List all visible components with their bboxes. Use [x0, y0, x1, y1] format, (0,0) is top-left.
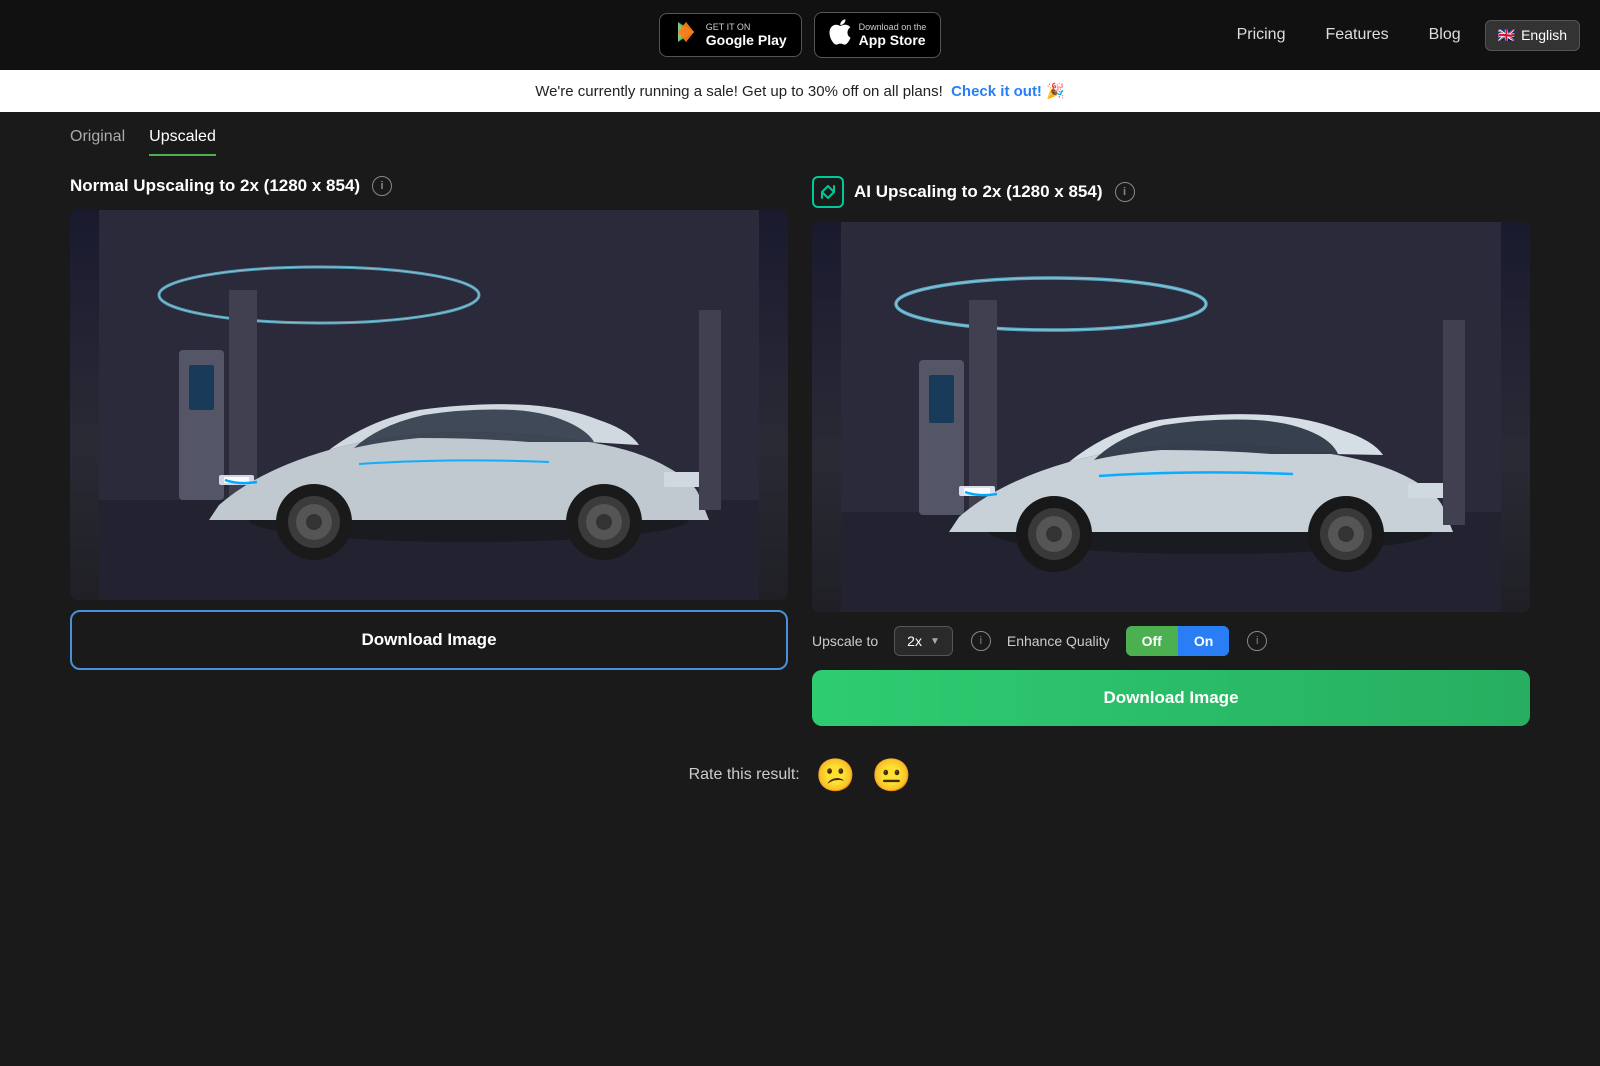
normal-upscaling-info-icon[interactable]: i	[372, 176, 392, 196]
app-store-badge-top: Download on the	[859, 22, 927, 32]
sale-link[interactable]: Check it out! 🎉	[951, 83, 1065, 100]
pricing-link[interactable]: Pricing	[1221, 18, 1302, 52]
enhance-info-icon[interactable]: i	[1247, 631, 1267, 651]
normal-image-container	[70, 210, 788, 600]
upscale-info-icon[interactable]: i	[971, 631, 991, 651]
neutral-emoji[interactable]: 😐	[872, 756, 912, 794]
ai-upscaling-info-icon[interactable]: i	[1115, 182, 1135, 202]
tab-original[interactable]: Original	[70, 128, 125, 156]
left-column-header: Normal Upscaling to 2x (1280 x 854) i	[70, 176, 788, 196]
language-label: English	[1521, 27, 1567, 43]
blog-link[interactable]: Blog	[1413, 18, 1477, 52]
enhance-quality-toggle: Off On	[1126, 626, 1230, 656]
upscale-dropdown[interactable]: 2x ▼	[894, 626, 953, 656]
toggle-off-button[interactable]: Off	[1126, 626, 1178, 656]
app-store-badge-bottom: App Store	[859, 32, 927, 48]
rate-label: Rate this result:	[689, 766, 800, 784]
apple-icon	[829, 19, 851, 51]
tab-upscaled[interactable]: Upscaled	[149, 128, 216, 156]
header: GET IT ON Google Play Download on the Ap…	[0, 0, 1600, 70]
language-button[interactable]: 🇬🇧 English	[1485, 20, 1580, 51]
google-play-icon	[674, 20, 698, 50]
language-flag: 🇬🇧	[1498, 27, 1515, 44]
upscale-value: 2x	[907, 633, 922, 649]
ai-image-container	[812, 222, 1530, 612]
columns: Normal Upscaling to 2x (1280 x 854) i	[70, 176, 1530, 726]
enhance-label: Enhance Quality	[1007, 633, 1110, 649]
right-column: AI Upscaling to 2x (1280 x 854) i	[812, 176, 1530, 726]
main-content: Normal Upscaling to 2x (1280 x 854) i	[0, 156, 1600, 834]
normal-upscaling-title: Normal Upscaling to 2x (1280 x 854)	[70, 176, 360, 196]
google-play-badge-top: GET IT ON	[706, 22, 787, 32]
left-download-button[interactable]: Download Image	[70, 610, 788, 670]
ai-upscaling-title: AI Upscaling to 2x (1280 x 854)	[854, 182, 1103, 202]
ai-upscaling-icon	[812, 176, 844, 208]
toggle-on-button[interactable]: On	[1178, 626, 1229, 656]
nav-links: Pricing Features Blog 🇬🇧 English	[1221, 18, 1580, 52]
chevron-down-icon: ▼	[930, 636, 940, 647]
left-column: Normal Upscaling to 2x (1280 x 854) i	[70, 176, 788, 726]
app-store-button[interactable]: Download on the App Store	[814, 12, 942, 58]
right-download-button[interactable]: Download Image	[812, 670, 1530, 726]
sale-banner: We're currently running a sale! Get up t…	[0, 70, 1600, 112]
controls-row: Upscale to 2x ▼ i Enhance Quality Off On…	[812, 626, 1530, 656]
right-column-header: AI Upscaling to 2x (1280 x 854) i	[812, 176, 1530, 208]
google-play-button[interactable]: GET IT ON Google Play	[659, 13, 802, 57]
ai-car-image	[812, 222, 1530, 612]
upscale-label: Upscale to	[812, 633, 878, 649]
google-play-badge-bottom: Google Play	[706, 32, 787, 48]
tabs: Original Upscaled	[0, 112, 1600, 156]
features-link[interactable]: Features	[1309, 18, 1404, 52]
normal-car-image	[70, 210, 788, 600]
sad-emoji[interactable]: 😕	[816, 756, 856, 794]
sale-text: We're currently running a sale! Get up t…	[535, 83, 943, 100]
rate-section: Rate this result: 😕 😐	[70, 756, 1530, 794]
